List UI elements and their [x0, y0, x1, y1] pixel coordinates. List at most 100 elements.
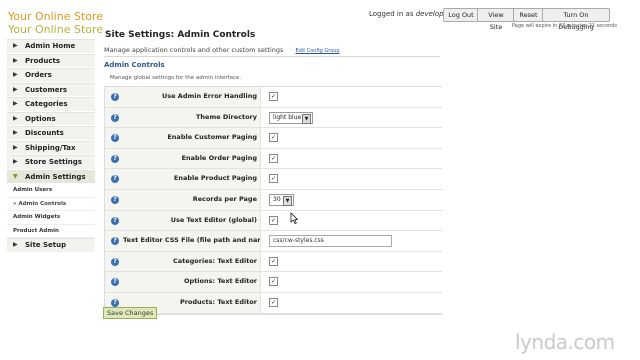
- sidebar-item-label: Discounts: [25, 129, 64, 137]
- sidebar-subitem-product-admin[interactable]: Product Admin: [7, 225, 95, 238]
- setting-row: ? Categories: Text Editor ✓: [105, 251, 442, 273]
- setting-row: ? Enable Customer Paging ✓: [105, 128, 442, 149]
- setting-row: ? Records per Page 30 ▼: [105, 189, 442, 211]
- edit-config-group-link[interactable]: Edit Config Group: [295, 48, 339, 54]
- turn-on-debugging-button[interactable]: Turn On Debugging: [542, 8, 610, 31]
- sidebar-item-discounts[interactable]: ▶ Discounts: [7, 126, 95, 141]
- setting-value: ✓: [260, 169, 442, 189]
- reset-button[interactable]: Reset: [513, 8, 544, 22]
- chevron-down-icon: ▼: [302, 113, 311, 124]
- logged-in-prefix: Logged in as: [369, 10, 414, 18]
- save-changes-button[interactable]: Save Changes: [103, 307, 158, 319]
- page-expire-note: Page will expire in 23 minutes 21 second…: [512, 23, 617, 29]
- sidebar-subitem-admin-controls[interactable]: » Admin Controls: [7, 198, 95, 211]
- sidebar-item-label: Site Setup: [25, 241, 67, 249]
- chevron-down-icon: ▼: [283, 195, 292, 206]
- sidebar-item-store-settings[interactable]: ▶ Store Settings: [7, 155, 95, 170]
- text-editor-css-file-input[interactable]: css/cw-styles.css: [269, 235, 392, 248]
- help-icon[interactable]: ?: [111, 237, 119, 246]
- setting-row: ? Options: Text Editor ✓: [105, 272, 442, 293]
- setting-value: ✓: [260, 210, 442, 231]
- setting-value: ✓: [260, 272, 442, 292]
- setting-label: Text Editor CSS File (file path and name…: [123, 236, 272, 245]
- sidebar-item-options[interactable]: ▶ Options: [7, 111, 95, 126]
- records-per-page-select[interactable]: 30 ▼: [269, 193, 294, 206]
- sidebar-item-label: Options: [25, 114, 56, 123]
- setting-label: Use Admin Error Handling: [161, 92, 257, 100]
- use-admin-error-handling-checkbox[interactable]: ✓: [269, 92, 278, 101]
- setting-row: ? Text Editor CSS File (file path and na…: [105, 231, 442, 252]
- setting-value: ✓: [260, 292, 442, 313]
- chevron-right-icon: ▶: [13, 56, 18, 64]
- sidebar-item-label: Orders: [25, 71, 52, 79]
- chevron-right-icon: ▶: [13, 158, 18, 165]
- section-title: Admin Controls: [104, 61, 165, 69]
- setting-label: Records per Page: [192, 194, 257, 203]
- setting-label: Enable Order Paging: [181, 153, 257, 162]
- chevron-right-icon: ▶: [13, 129, 18, 136]
- sidebar-item-customers[interactable]: ▶ Customers: [7, 82, 95, 97]
- products-text-editor-checkbox[interactable]: ✓: [269, 297, 278, 307]
- enable-product-paging-checkbox[interactable]: ✓: [269, 174, 278, 184]
- sidebar-item-label: Categories: [25, 100, 68, 108]
- section-description: Manage global settings for the admin int…: [110, 75, 242, 81]
- setting-value: 30 ▼: [260, 189, 442, 210]
- chevron-right-icon: ▶: [13, 100, 18, 107]
- setting-value: light blue ▼: [260, 107, 442, 128]
- setting-value: ✓: [260, 148, 442, 169]
- setting-value: ✓: [260, 251, 442, 272]
- sidebar-item-site-setup[interactable]: ▶ Site Setup: [7, 238, 95, 253]
- chevron-right-icon: ▶: [13, 42, 18, 49]
- use-text-editor-checkbox[interactable]: ✓: [269, 215, 278, 225]
- mouse-pointer-icon: [290, 212, 298, 224]
- page-subtitle: Manage application controls and other cu…: [104, 46, 340, 54]
- setting-label: Theme Directory: [195, 112, 257, 121]
- setting-label: Enable Product Paging: [173, 174, 257, 183]
- logout-button[interactable]: Log Out: [443, 8, 479, 22]
- sidebar-item-orders[interactable]: ▶ Orders: [7, 68, 95, 83]
- categories-text-editor-checkbox[interactable]: ✓: [269, 256, 278, 266]
- store-logo[interactable]: Your Online Store Your Online Store: [8, 10, 103, 36]
- page-title: Site Settings: Admin Controls: [105, 30, 256, 40]
- setting-row: ? Use Admin Error Handling ✓: [105, 87, 442, 108]
- sidebar-item-label: Customers: [25, 85, 68, 94]
- theme-directory-select[interactable]: light blue ▼: [269, 111, 313, 124]
- sidebar-item-label: Admin Home: [25, 42, 76, 50]
- sidebar-subitem-admin-widgets[interactable]: Admin Widgets: [7, 211, 95, 225]
- select-value: light blue: [273, 113, 302, 121]
- setting-row: ? Enable Order Paging ✓: [105, 148, 442, 170]
- logo-line-1: Your Online Store: [8, 10, 104, 23]
- sidebar-item-label: Admin Settings: [25, 172, 86, 181]
- setting-row: ? Use Text Editor (global) ✓: [105, 210, 442, 232]
- chevron-right-icon: ▶: [13, 241, 18, 248]
- sidebar-nav: ▶ Admin Home ▶ Products ▶ Orders ▶ Customers…: [7, 39, 95, 253]
- page-subtitle-text: Manage application controls and other cu…: [104, 46, 284, 54]
- sidebar-subitem-admin-users[interactable]: Admin Users: [7, 184, 95, 198]
- sidebar-item-label: Shipping/Tax: [25, 143, 76, 152]
- setting-label: Options: Text Editor: [184, 277, 257, 286]
- chevron-right-icon: ▶: [13, 143, 18, 151]
- setting-value: ✓: [260, 87, 442, 107]
- enable-order-paging-checkbox[interactable]: ✓: [269, 153, 278, 163]
- setting-row: ? Enable Product Paging ✓: [105, 169, 442, 190]
- setting-value: ✓: [260, 128, 442, 148]
- chevron-right-icon: ▶: [13, 71, 18, 78]
- logged-in-status: Logged in as developer: [369, 10, 451, 18]
- settings-table: ? Use Admin Error Handling ✓ ? Theme Dir…: [104, 86, 442, 315]
- logo-line-2: Your Online Store: [8, 23, 104, 36]
- chevron-right-icon: ▶: [13, 114, 18, 122]
- options-text-editor-checkbox[interactable]: ✓: [269, 277, 278, 287]
- sidebar-item-shipping-tax[interactable]: ▶ Shipping/Tax: [7, 140, 95, 155]
- sidebar-item-admin-settings[interactable]: ▼ Admin Settings: [7, 169, 95, 184]
- select-value: 30: [273, 195, 281, 203]
- chevron-down-icon: ▼: [13, 172, 18, 180]
- view-site-button[interactable]: View Site: [477, 8, 515, 31]
- sidebar-item-label: Products: [25, 56, 61, 65]
- setting-label: Use Text Editor (global): [170, 215, 257, 224]
- enable-customer-paging-checkbox[interactable]: ✓: [269, 133, 278, 143]
- setting-label: Categories: Text Editor: [172, 256, 257, 265]
- sidebar-item-products[interactable]: ▶ Products: [7, 53, 95, 68]
- setting-value: css/cw-styles.css: [260, 231, 442, 251]
- sidebar-item-admin-home[interactable]: ▶ Admin Home: [7, 39, 95, 54]
- sidebar-item-categories[interactable]: ▶ Categories: [7, 97, 95, 112]
